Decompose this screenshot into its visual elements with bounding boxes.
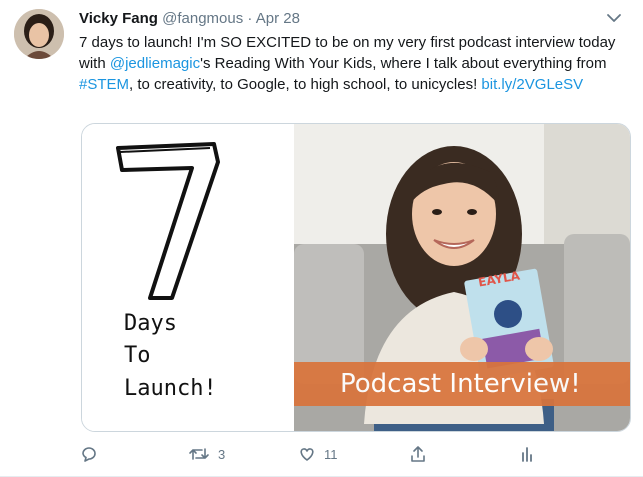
days-text: Days <box>124 311 177 336</box>
retweet-count: 3 <box>218 446 226 462</box>
seven-graphic <box>116 142 220 300</box>
separator: · <box>243 10 256 27</box>
reply-icon <box>82 447 96 462</box>
retweet-button[interactable]: 3 <box>188 440 225 468</box>
analytics-icon <box>522 447 532 462</box>
text-part-2: 's Reading With Your Kids, where I talk … <box>200 55 607 72</box>
like-count: 11 <box>324 446 338 462</box>
tweet-actions: 3 11 <box>0 440 643 468</box>
retweet-icon <box>189 448 209 460</box>
url-link[interactable]: bit.ly/2VGLeSV <box>481 76 583 93</box>
text-part-3: , to creativity, to Google, to high scho… <box>129 76 482 93</box>
author-handle[interactable]: @fangmous <box>162 10 243 27</box>
tweet[interactable]: Vicky Fang @fangmous · Apr 28 7 days to … <box>0 0 643 477</box>
tweet-text: 7 days to launch! I'm SO EXCITED to be o… <box>79 32 624 95</box>
share-button[interactable] <box>409 440 427 468</box>
reply-button[interactable] <box>80 440 98 468</box>
podcast-banner: Podcast Interview! <box>294 362 630 406</box>
share-icon <box>411 446 425 462</box>
analytics-button[interactable] <box>518 440 536 468</box>
mention-link[interactable]: @jedliemagic <box>110 55 200 72</box>
tweet-header: Vicky Fang @fangmous · Apr 28 <box>79 10 300 28</box>
chevron-down-icon[interactable] <box>606 12 622 24</box>
launch-text: Launch! <box>124 376 217 401</box>
heart-icon <box>300 448 314 461</box>
like-button[interactable]: 11 <box>298 440 338 468</box>
to-text: To <box>124 343 151 368</box>
hashtag-link[interactable]: #STEM <box>79 76 129 93</box>
countdown-panel: Days To Launch! <box>82 124 294 431</box>
tweet-date[interactable]: Apr 28 <box>256 10 300 27</box>
avatar[interactable] <box>14 9 64 59</box>
author-name[interactable]: Vicky Fang <box>79 10 158 27</box>
media-card[interactable]: Days To Launch! EAYLA Podcast Interview! <box>81 123 631 432</box>
